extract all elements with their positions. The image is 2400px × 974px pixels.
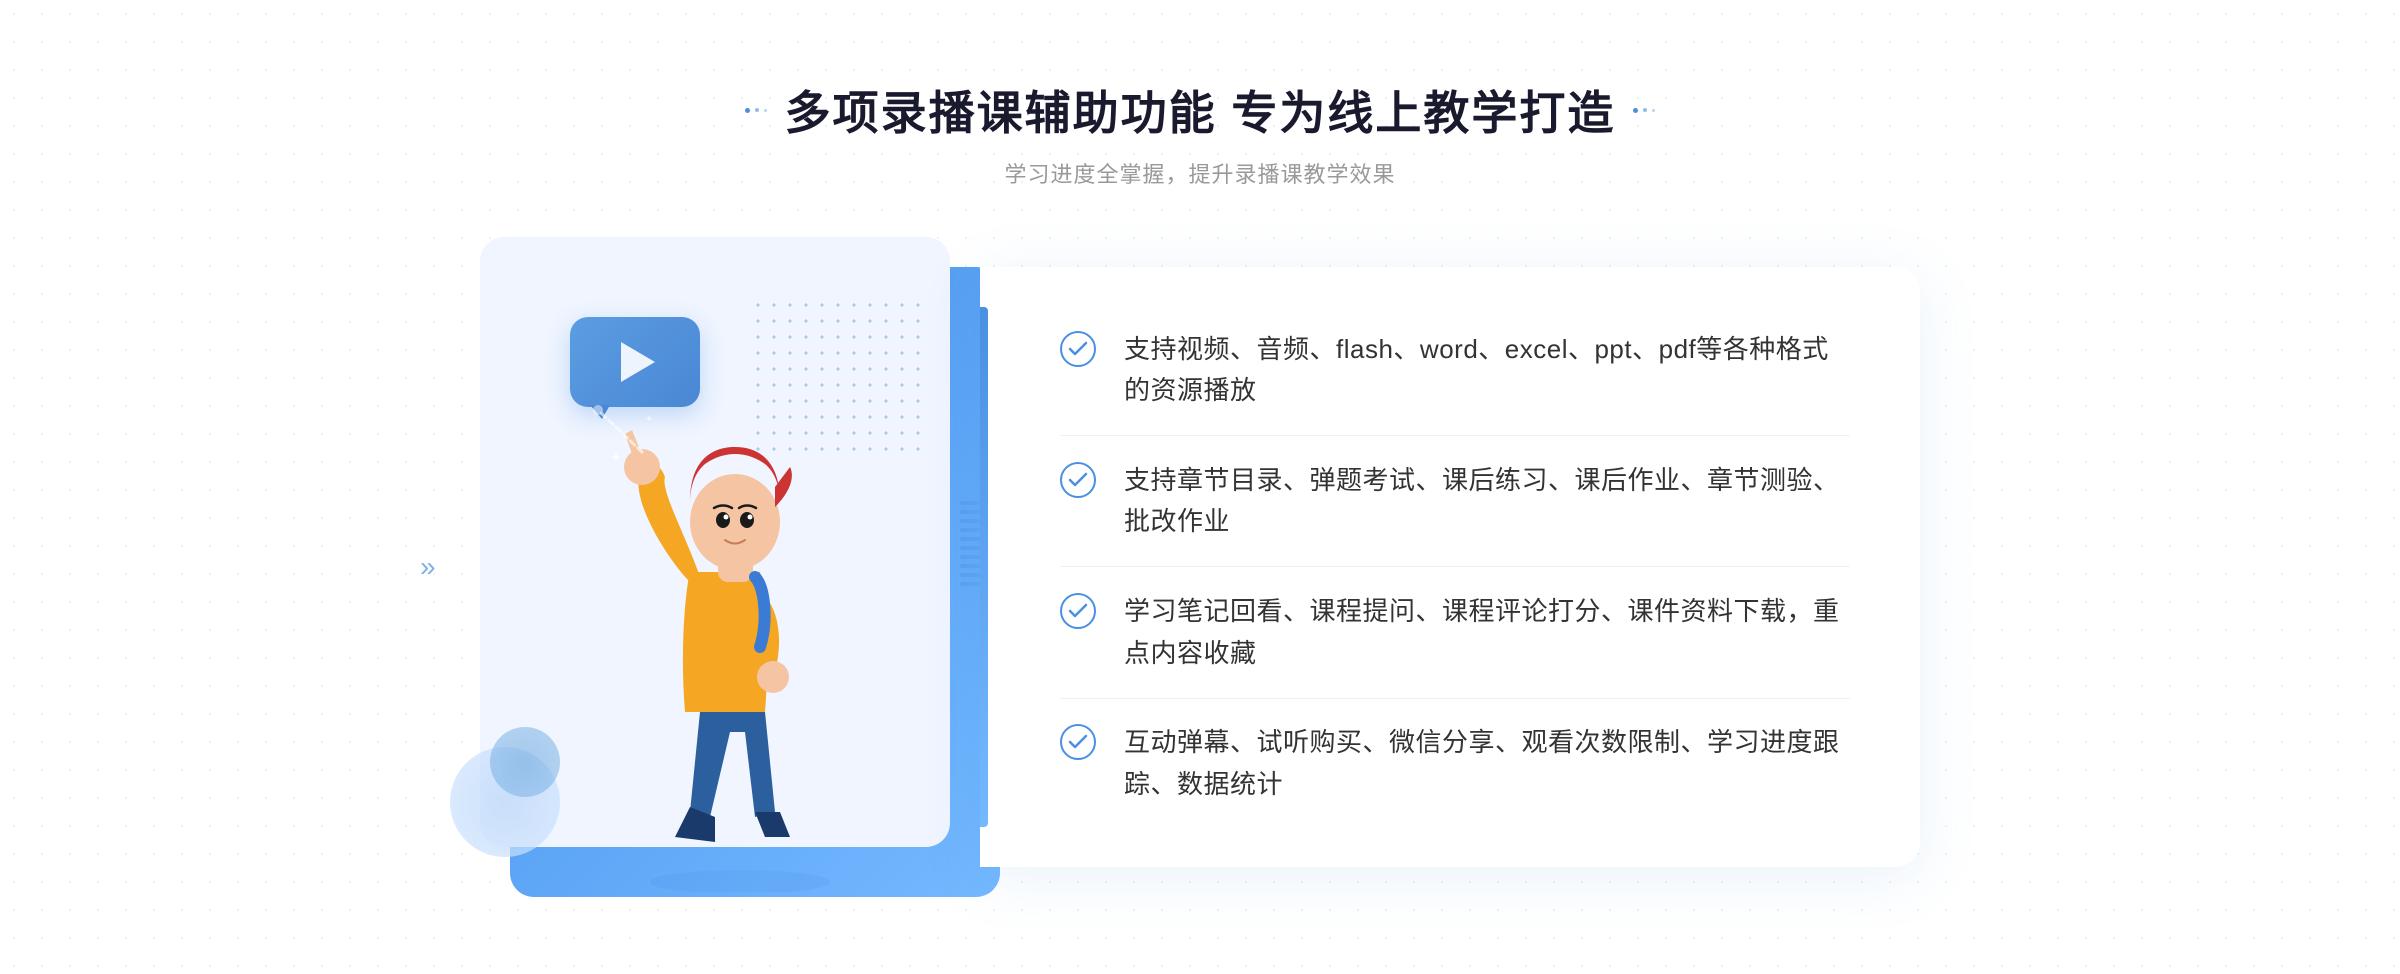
main-title: 多项录播课辅助功能 专为线上教学打造 xyxy=(785,77,1616,143)
check-icon-4 xyxy=(1060,724,1096,760)
features-panel: 支持视频、音频、flash、word、excel、ppt、pdf等各种格式的资源… xyxy=(980,267,1920,867)
check-icon-1 xyxy=(1060,331,1096,367)
feature-item-3: 学习笔记回看、课程提问、课程评论打分、课件资料下载，重点内容收藏 xyxy=(1060,591,1850,674)
feature-divider-1 xyxy=(1060,435,1850,436)
content-row: » xyxy=(480,237,1920,897)
feature-divider-2 xyxy=(1060,566,1850,567)
feature-divider-3 xyxy=(1060,698,1850,699)
feature-text-3: 学习笔记回看、课程提问、课程评论打分、课件资料下载，重点内容收藏 xyxy=(1124,591,1850,674)
feature-item-4: 互动弹幕、试听购买、微信分享、观看次数限制、学习进度跟踪、数据统计 xyxy=(1060,722,1850,805)
feature-text-4: 互动弹幕、试听购买、微信分享、观看次数限制、学习进度跟踪、数据统计 xyxy=(1124,722,1850,805)
check-icon-2 xyxy=(1060,462,1096,498)
feature-item-2: 支持章节目录、弹题考试、课后练习、课后作业、章节测验、批改作业 xyxy=(1060,460,1850,543)
check-icon-3 xyxy=(1060,593,1096,629)
play-icon xyxy=(621,342,655,382)
feature-text-2: 支持章节目录、弹题考试、课后练习、课后作业、章节测验、批改作业 xyxy=(1124,460,1850,543)
deco-arrows-left: » xyxy=(420,553,436,581)
svg-text:✦: ✦ xyxy=(610,449,622,465)
svg-text:✦: ✦ xyxy=(645,414,653,425)
person-figure: ✦ ✦ xyxy=(590,392,890,897)
header-section: 多项录播课辅助功能 专为线上教学打造 学习进度全掌握，提升录播课教学效果 xyxy=(745,77,1656,189)
deco-circle-small xyxy=(490,727,560,797)
title-dots-right xyxy=(1633,108,1655,113)
title-row: 多项录播课辅助功能 专为线上教学打造 xyxy=(745,77,1656,143)
feature-text-1: 支持视频、音频、flash、word、excel、ppt、pdf等各种格式的资源… xyxy=(1124,329,1850,412)
feature-item-1: 支持视频、音频、flash、word、excel、ppt、pdf等各种格式的资源… xyxy=(1060,329,1850,412)
chevron-icon: » xyxy=(420,553,436,581)
illustration-card: » xyxy=(480,237,1000,897)
subtitle: 学习进度全掌握，提升录播课教学效果 xyxy=(745,157,1656,189)
title-dots-left xyxy=(745,108,767,113)
page-wrapper: 多项录播课辅助功能 专为线上教学打造 学习进度全掌握，提升录播课教学效果 xyxy=(0,77,2400,897)
